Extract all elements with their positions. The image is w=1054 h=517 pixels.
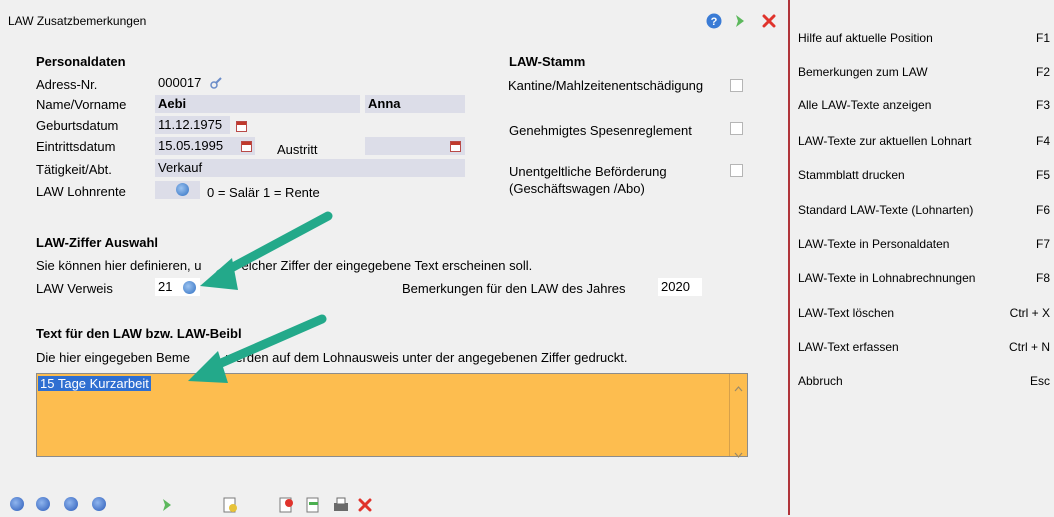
name-label: Name/Vorname [36,97,127,112]
shortcut-key: F4 [1035,134,1050,148]
entry-field[interactable]: 15.05.1995 [155,137,255,155]
adress-field[interactable]: 000017 [155,74,205,92]
shortcut-key: F3 [1035,98,1050,112]
sidebar-item-help[interactable]: Hilfe auf aktuelle Position [798,31,933,45]
sidebar-item-label: LAW-Texte zur aktuellen Lohnart [798,134,972,148]
text-desc-b: werden auf dem Lohnausweis unter der ang… [225,350,628,365]
ziffer-desc-a: Sie können hier definieren, u [36,258,202,273]
sidebar-item-label: LAW-Text löschen [798,306,895,320]
spin-icon[interactable] [176,183,189,196]
text-description: Die hier eingegeben Beme werden auf dem L… [36,350,628,365]
textarea-scrollbar[interactable] [729,374,747,458]
kantine-checkbox[interactable] [730,79,743,92]
svg-text:?: ? [711,16,718,28]
new-document-icon[interactable] [222,496,238,517]
befoerderung-label-2: (Geschäftswagen /Abo) [509,181,645,196]
shortcut-key: F8 [1035,271,1050,285]
spesen-checkbox[interactable] [730,122,743,135]
window-title: LAW Zusatzbemerkungen [8,14,147,28]
birth-label: Geburtsdatum [36,118,119,133]
adress-label: Adress-Nr. [36,77,98,92]
jahr-field[interactable]: 2020 [658,278,702,296]
sidebar-item-bemerkungen[interactable]: Bemerkungen zum LAW [798,65,928,79]
law-text-value: 15 Tage Kurzarbeit [38,376,151,391]
sidebar-item-label: Alle LAW-Texte anzeigen [798,98,932,112]
sidebar-item-label: LAW-Texte in Lohnabrechnungen [798,271,976,285]
sidebar-item-label: Bemerkungen zum LAW [798,65,928,79]
ziffer-desc-b: elcher Ziffer der eingegebene Text ersch… [241,258,533,273]
ziffer-heading: LAW-Ziffer Auswahl [36,235,159,250]
birth-field[interactable]: 11.12.1975 [155,116,230,134]
befoerderung-checkbox[interactable] [730,164,743,177]
sidebar-item-lohnabrechnungen[interactable]: LAW-Texte in Lohnabrechnungen [798,271,975,285]
shortcut-key: Esc [1029,374,1050,388]
law-text-area[interactable]: 15 Tage Kurzarbeit [36,373,748,458]
verweis-value: 21 [158,279,173,294]
sidebar-item-alle-texte[interactable]: Alle LAW-Texte anzeigen [798,98,931,112]
ziffer-description: Sie können hier definieren, u elcher Ziff… [36,258,532,273]
shortcut-key: F5 [1035,168,1050,182]
activity-field[interactable]: Verkauf [155,159,465,177]
first-name-field[interactable]: Anna [365,95,465,113]
shortcut-key: F6 [1035,203,1050,217]
sidebar-item-stammblatt[interactable]: Stammblatt drucken [798,168,905,182]
entry-label: Eintrittsdatum [36,139,116,154]
calendar-icon[interactable] [241,141,252,152]
activity-label: Tätigkeit/Abt. [36,162,112,177]
help-icon[interactable]: ? [706,13,722,32]
shortcut-key: F7 [1035,237,1050,251]
search-icon[interactable] [209,76,223,93]
kantine-label: Kantine/Mahlzeitenentschädigung [508,78,704,93]
shortcut-key: Ctrl + N [1008,340,1050,354]
cancel-icon[interactable] [358,498,372,515]
sidebar-item-label: LAW-Texte in Personaldaten [798,237,950,251]
jahr-label: Bemerkungen für den LAW des Jahres [402,281,626,296]
sidebar-item-abbruch[interactable]: Abbruch [798,374,843,388]
shortcut-key: Ctrl + X [1009,306,1050,320]
delete-document-icon[interactable] [278,496,294,517]
sidebar-item-personaldaten[interactable]: LAW-Texte in Personaldaten [798,237,949,251]
last-record-icon[interactable] [92,497,106,511]
exit-label: Austritt [277,142,318,157]
pension-label: LAW Lohnrente [36,184,126,199]
selected-text: 15 Tage Kurzarbeit [38,376,151,391]
scroll-up-icon[interactable] [734,380,743,395]
text-heading: Text für den LAW bzw. LAW-Beibl [36,326,242,341]
sidebar-item-erfassen[interactable]: LAW-Text erfassen [798,340,899,354]
scroll-down-icon[interactable] [734,446,743,461]
sidebar-item-label: LAW-Text erfassen [798,340,899,354]
calendar-icon[interactable] [450,141,461,152]
sidebar-item-label: Abbruch [798,374,843,388]
sidebar-item-label: Standard LAW-Texte (Lohnarten) [798,203,974,217]
close-icon[interactable] [762,14,776,31]
next-icon[interactable] [733,13,747,32]
spin-icon[interactable] [183,281,196,294]
stamm-heading: LAW-Stamm [509,54,586,69]
sidebar-item-standard[interactable]: Standard LAW-Texte (Lohnarten) [798,203,973,217]
verweis-label: LAW Verweis [36,281,113,296]
befoerderung-label: Unentgeltliche Beförderung [509,164,667,179]
personal-heading: Personaldaten [36,54,126,69]
text-desc-a: Die hier eingegeben Beme [36,350,190,365]
first-record-icon[interactable] [10,497,24,511]
sidebar-item-label: Hilfe auf aktuelle Position [798,31,933,45]
spesen-label: Genehmigtes Spesenreglement [509,123,692,138]
shortcut-key: F2 [1035,65,1050,79]
calendar-icon[interactable] [236,121,247,132]
sidebar-item-label: Stammblatt drucken [798,168,905,182]
go-icon[interactable] [160,497,174,516]
export-icon[interactable] [305,496,321,517]
sidebar-item-lohnart[interactable]: LAW-Texte zur aktuellen Lohnart [798,134,971,148]
next-record-icon[interactable] [64,497,78,511]
adress-value: 000017 [158,75,202,90]
pension-hint: 0 = Salär 1 = Rente [207,185,320,200]
previous-record-icon[interactable] [36,497,50,511]
sidebar-item-loeschen[interactable]: LAW-Text löschen [798,306,894,320]
shortcut-key: F1 [1035,31,1050,45]
last-name-field[interactable]: Aebi [155,95,360,113]
print-icon[interactable] [332,497,350,516]
annotation-arrow [200,211,333,290]
